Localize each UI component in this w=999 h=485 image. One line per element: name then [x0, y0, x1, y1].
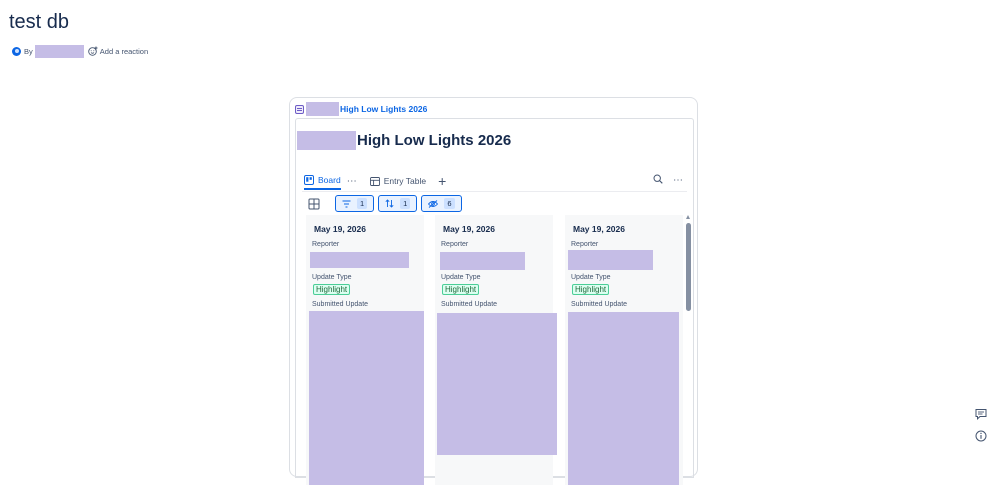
embed-title-redacted	[306, 102, 339, 116]
column-date: May 19, 2026	[443, 224, 495, 234]
reporter-redacted	[440, 252, 525, 270]
database-title: High Low Lights 2026	[297, 131, 511, 150]
scroll-thumb[interactable]	[686, 223, 691, 311]
submitted-update-redacted	[309, 311, 424, 485]
submitted-update-label: Submitted Update	[312, 301, 369, 308]
view-actions: ⋯	[643, 174, 683, 187]
hidden-fields-button[interactable]: 6	[421, 195, 462, 212]
reporter-redacted	[310, 252, 409, 268]
info-icon[interactable]	[975, 430, 987, 442]
byline-prefix: By	[24, 46, 33, 56]
tab-board-label: Board	[318, 175, 341, 185]
author-avatar[interactable]	[12, 46, 21, 56]
tab-entry-table-label: Entry Table	[383, 176, 427, 186]
update-type-label: Update Type	[571, 274, 611, 281]
sort-button[interactable]: 1	[378, 195, 418, 212]
database-embed: High Low Lights 2026 High Low Lights 202…	[289, 97, 698, 485]
update-type-badge: Highlight	[313, 284, 351, 295]
page-title: test db	[9, 11, 70, 33]
update-type-badge: Highlight	[442, 284, 480, 295]
reporter-label: Reporter	[441, 241, 469, 248]
reporter-redacted	[568, 250, 653, 270]
column-date: May 19, 2026	[314, 224, 366, 234]
author-name-redacted[interactable]	[34, 44, 84, 58]
board-more-icon[interactable]: ⋯	[347, 176, 357, 187]
sort-count: 1	[400, 198, 411, 209]
add-reaction-icon	[88, 46, 98, 56]
database-title-redacted	[297, 131, 356, 150]
database-frame: High Low Lights 2026 Board ⋯ Entry Table	[295, 118, 694, 485]
board-scrollbar[interactable]	[685, 215, 692, 479]
submitted-update-label: Submitted Update	[571, 301, 628, 308]
filter-button[interactable]: 1	[335, 195, 375, 212]
byline: By Add a reaction	[12, 44, 148, 58]
sort-icon	[385, 199, 394, 208]
submitted-update-redacted	[437, 313, 557, 455]
board-column[interactable]: May 19, 2026 Reporter Update Type Highli…	[306, 215, 424, 485]
reporter-label: Reporter	[571, 241, 599, 248]
tab-entry-table[interactable]: Entry Table	[369, 172, 427, 190]
scroll-up-arrow[interactable]	[686, 215, 690, 219]
update-type-badge: Highlight	[572, 284, 610, 295]
embed-title-link[interactable]: High Low Lights 2026	[295, 102, 427, 116]
eye-off-icon	[428, 199, 439, 208]
board-icon	[304, 175, 314, 185]
comment-icon[interactable]	[975, 408, 987, 420]
add-view-icon[interactable]: +	[438, 174, 446, 188]
filter-icon	[342, 200, 351, 207]
view-tabs: Board ⋯ Entry Table +	[304, 172, 446, 190]
database-title-text: High Low Lights 2026	[357, 132, 512, 149]
submitted-update-redacted	[568, 312, 679, 485]
database-icon	[295, 104, 304, 114]
add-reaction-label: Add a reaction	[99, 46, 149, 56]
add-reaction-button[interactable]: Add a reaction	[88, 46, 148, 56]
hidden-count: 6	[444, 198, 455, 209]
board-column[interactable]: May 19, 2026 Reporter Update Type Highli…	[565, 215, 683, 485]
update-type-label: Update Type	[441, 274, 481, 281]
filter-count: 1	[357, 198, 368, 209]
view-toolbar: 1 1 6	[308, 195, 466, 212]
embed-link-title: High Low Lights 2026	[340, 104, 428, 114]
more-options-icon[interactable]: ⋯	[673, 175, 683, 186]
reporter-label: Reporter	[312, 241, 340, 248]
search-icon[interactable]	[653, 174, 663, 187]
column-date: May 19, 2026	[573, 224, 625, 234]
submitted-update-label: Submitted Update	[441, 301, 498, 308]
grid-layout-icon[interactable]	[308, 198, 320, 210]
tab-board[interactable]: Board	[304, 172, 341, 190]
tabs-divider	[302, 191, 687, 192]
table-icon	[369, 176, 380, 186]
board-column[interactable]: May 19, 2026 Reporter Update Type Highli…	[435, 215, 557, 485]
update-type-label: Update Type	[312, 274, 352, 281]
